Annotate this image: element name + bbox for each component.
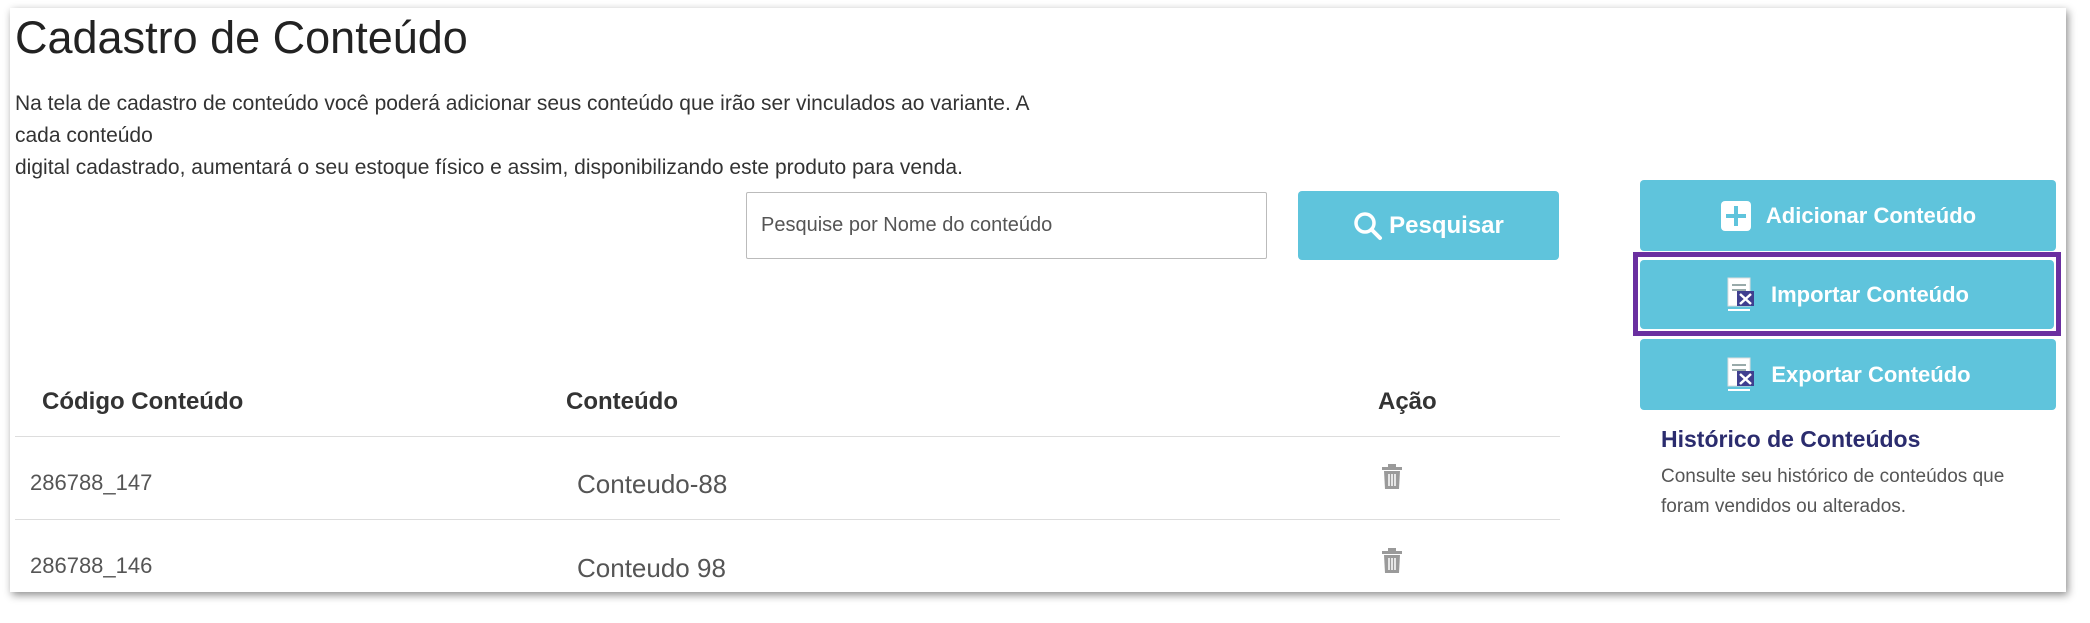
add-content-label: Adicionar Conteúdo	[1765, 202, 1977, 228]
export-content-button[interactable]: Exportar Conteúdo	[1640, 339, 2056, 410]
column-header-content: Conteúdo	[566, 388, 678, 415]
history-link[interactable]: Histórico de Conteúdos	[1661, 426, 1920, 453]
table-row: 286788_146 Conteudo 98	[10, 520, 1560, 592]
import-content-button[interactable]: Importar Conteúdo	[1640, 260, 2054, 329]
add-content-button[interactable]: Adicionar Conteúdo	[1640, 180, 2056, 251]
import-content-label: Importar Conteúdo	[1771, 281, 1969, 307]
page-title: Cadastro de Conteúdo	[15, 12, 468, 63]
search-icon	[1353, 211, 1383, 241]
content-name-cell: Conteudo-88	[577, 469, 728, 499]
content-name-cell: Conteudo 98	[577, 553, 726, 583]
search-button[interactable]: Pesquisar	[1298, 191, 1559, 260]
trash-icon[interactable]	[1381, 548, 1403, 574]
table-row: 286788_147 Conteudo-88	[10, 437, 1560, 519]
column-header-action: Ação	[1378, 388, 1437, 415]
excel-file-icon	[1725, 357, 1757, 393]
plus-square-icon	[1720, 200, 1752, 232]
content-code-cell: 286788_146	[30, 553, 153, 578]
content-code-cell: 286788_147	[30, 470, 153, 495]
page-description-line-2: cada conteúdo	[15, 124, 153, 147]
column-header-code: Código Conteúdo	[42, 388, 244, 415]
excel-file-icon	[1725, 277, 1757, 313]
search-input[interactable]	[746, 192, 1267, 259]
trash-icon[interactable]	[1381, 464, 1403, 490]
history-description-line-2: foram vendidos ou alterados.	[1661, 496, 1907, 517]
search-button-label: Pesquisar	[1389, 211, 1504, 239]
page-description-line-3: digital cadastrado, aumentará o seu esto…	[15, 156, 963, 179]
export-content-label: Exportar Conteúdo	[1771, 361, 1971, 387]
content-registration-page: Cadastro de Conteúdo Na tela de cadastro…	[10, 8, 2066, 592]
page-description-line-1: Na tela de cadastro de conteúdo você pod…	[15, 92, 1030, 115]
history-description-line-1: Consulte seu histórico de conteúdos que	[1661, 466, 2005, 487]
